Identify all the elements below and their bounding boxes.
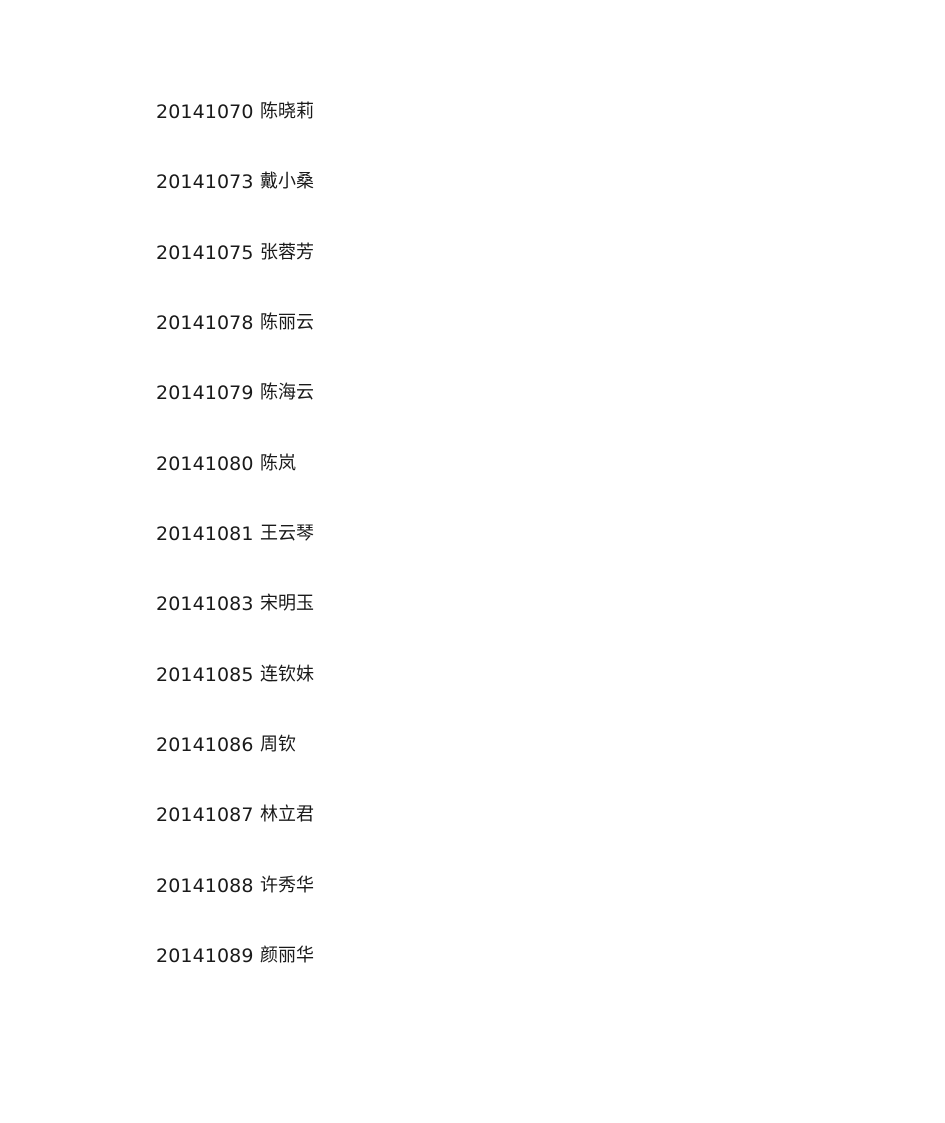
student-id: 20141075 bbox=[156, 241, 254, 264]
student-name: 周钦 bbox=[260, 734, 296, 756]
student-id: 20141089 bbox=[156, 945, 254, 968]
student-name: 张蓉芳 bbox=[260, 241, 314, 263]
student-name: 陈海云 bbox=[260, 382, 314, 404]
student-name: 戴小桑 bbox=[260, 171, 314, 193]
student-id: 20141085 bbox=[156, 663, 254, 686]
student-name: 颜丽华 bbox=[260, 945, 314, 967]
student-name: 陈岚 bbox=[260, 452, 296, 474]
student-id: 20141080 bbox=[156, 452, 254, 475]
student-name: 许秀华 bbox=[260, 874, 314, 896]
student-id: 20141078 bbox=[156, 312, 254, 335]
student-id: 20141070 bbox=[156, 101, 254, 123]
student-id: 20141087 bbox=[156, 804, 254, 827]
student-name: 陈丽云 bbox=[260, 312, 314, 334]
document-page: 20141070 陈晓莉 20141073 戴小桑 20141075 张蓉芳 2… bbox=[0, 0, 945, 1123]
student-name: 林立君 bbox=[260, 804, 314, 826]
student-id: 20141079 bbox=[156, 382, 254, 405]
student-id: 20141081 bbox=[156, 523, 254, 546]
student-id: 20141083 bbox=[156, 593, 254, 616]
student-id: 20141086 bbox=[156, 734, 254, 757]
student-id: 20141088 bbox=[156, 874, 254, 897]
student-name: 宋明玉 bbox=[260, 593, 314, 615]
student-name: 王云琴 bbox=[260, 523, 314, 545]
student-id: 20141073 bbox=[156, 171, 254, 194]
student-name: 连钦妹 bbox=[260, 663, 314, 685]
student-name: 陈晓莉 bbox=[260, 101, 314, 122]
